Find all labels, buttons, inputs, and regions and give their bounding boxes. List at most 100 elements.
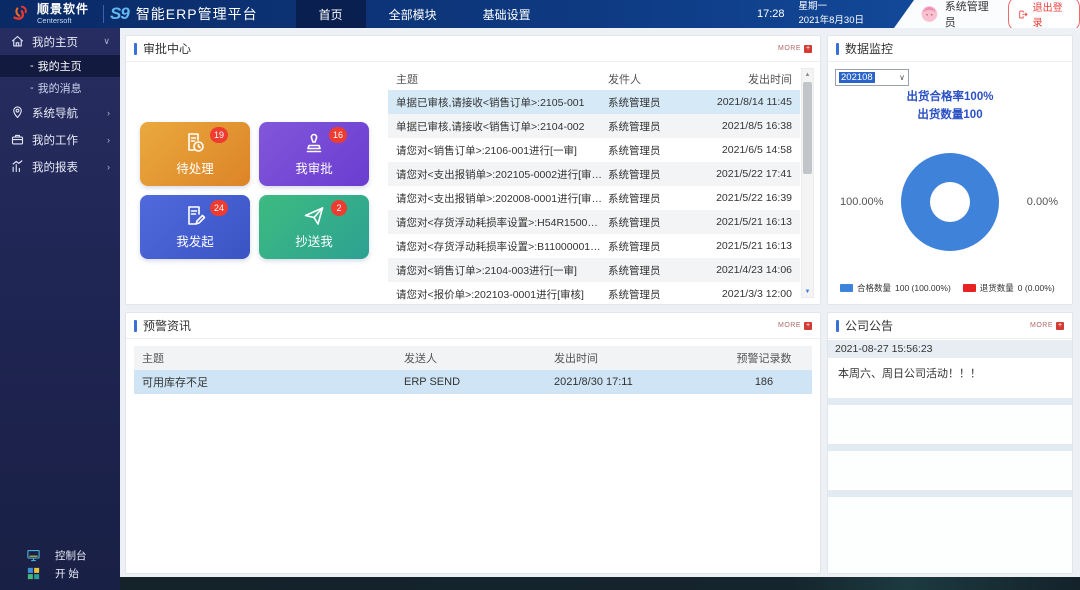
doc-pen-icon [183, 204, 207, 228]
badge-count: 2 [331, 200, 347, 216]
start-grid-icon [26, 566, 41, 581]
alerts-panel: 预警资讯 MORE + 主题 发送人 发出时间 预警记录数 可用库存不足 ERP… [125, 312, 821, 574]
tab-all-modules[interactable]: 全部模块 [366, 0, 460, 28]
chart-legend: 合格数量 100 (100.00%) 退货数量 0 (0.00%) [840, 282, 1055, 294]
paper-plane-icon [302, 204, 326, 228]
badge-count: 16 [329, 127, 347, 143]
announcement-content: 本周六、周日公司活动！！！ [828, 358, 1072, 395]
stamp-icon [302, 131, 326, 155]
sidebar-item-my-home[interactable]: 我的主页 ∨ [0, 28, 120, 55]
briefcase-icon [10, 132, 25, 147]
badge-count: 24 [210, 200, 228, 216]
username-label: 系统管理员 [945, 0, 997, 30]
table-row[interactable]: 请您对<报价单>:202103-0001进行[审核] 系统管理员 2021/3/… [388, 282, 800, 305]
legend-color-qualified [840, 284, 853, 292]
alerts-title: 预警资讯 [143, 317, 191, 334]
sidebar-subitem-my-messages[interactable]: - 我的消息 [0, 77, 120, 99]
approval-tiles: 待处理 19 我审批 16 我发起 24 [140, 122, 372, 259]
chevron-down-icon: ∨ [899, 73, 905, 82]
announcement-divider [828, 398, 1072, 405]
clock-time: 17:28 [757, 0, 785, 28]
table-row[interactable]: 可用库存不足 ERP SEND 2021/8/30 17:11 186 [134, 370, 812, 394]
donut-ring [901, 153, 999, 251]
approval-table-header: 主题 发件人 发出时间 [388, 68, 800, 90]
donut-right-label: 0.00% [1027, 196, 1058, 208]
start-button[interactable]: 开 始 [0, 564, 120, 582]
more-icon: + [1056, 322, 1064, 330]
table-row[interactable]: 请您对<销售订单>:2104-003进行[一审] 系统管理员 2021/4/23… [388, 258, 800, 282]
table-row[interactable]: 单据已审核,请接收<销售订单>:2104-002 系统管理员 2021/8/5 … [388, 114, 800, 138]
user-avatar[interactable] [920, 4, 939, 24]
logout-label: 退出登录 [1033, 0, 1070, 29]
data-monitor-title: 数据监控 [845, 40, 893, 57]
logout-icon [1018, 9, 1028, 20]
announcement-divider [828, 444, 1072, 451]
approval-table: 主题 发件人 发出时间 单据已审核,请接收<销售订单>:2105-001 系统管… [388, 68, 800, 298]
tab-home[interactable]: 首页 [296, 0, 366, 28]
product-logo: S9 [110, 4, 129, 24]
announcement-divider [828, 490, 1072, 497]
tile-cc-to-me[interactable]: 抄送我 2 [259, 195, 369, 259]
more-icon: + [804, 322, 812, 330]
announcements-panel: 公司公告 MORE + 2021-08-27 15:56:23 本周六、周日公司… [827, 312, 1073, 574]
tile-initiated-by-me[interactable]: 我发起 24 [140, 195, 250, 259]
approval-scrollbar[interactable]: ▲ ▼ [801, 68, 814, 298]
monitor-icon [26, 548, 41, 563]
sidebar-item-my-work[interactable]: 我的工作 › [0, 126, 120, 153]
approval-center-panel: 审批中心 MORE + 待处理 19 我 [125, 35, 821, 305]
sidebar-item-my-reports[interactable]: 我的报表 › [0, 153, 120, 180]
scrollbar-thumb[interactable] [803, 82, 812, 174]
alerts-table: 主题 发送人 发出时间 预警记录数 可用库存不足 ERP SEND 2021/8… [134, 346, 812, 394]
alerts-table-header: 主题 发送人 发出时间 预警记录数 [134, 346, 812, 370]
chevron-right-icon: › [107, 162, 110, 172]
tab-basic-settings[interactable]: 基础设置 [460, 0, 554, 28]
brand-subname: Centersoft [37, 17, 89, 25]
doc-clock-icon [183, 131, 207, 155]
panel-accent-bar [134, 43, 137, 55]
table-row[interactable]: 请您对<销售订单>:2106-001进行[一审] 系统管理员 2021/6/5 … [388, 138, 800, 162]
bottom-bar [120, 577, 1080, 590]
alerts-more-button[interactable]: MORE + [778, 322, 812, 330]
table-row[interactable]: 请您对<支出报销单>:202008-0001进行[审核] 系统管理员 2021/… [388, 186, 800, 210]
bar-chart-icon [10, 159, 25, 174]
monitor-summary: 出货合格率100% 出货数量100 [828, 88, 1072, 125]
table-row[interactable]: 请您对<存货浮动耗损率设置>:B11000001进行[审核] 系统管理员 202… [388, 234, 800, 258]
data-monitor-panel: 数据监控 202108 ∨ 出货合格率100% 出货数量100 100.00% … [827, 35, 1073, 305]
tile-pending[interactable]: 待处理 19 [140, 122, 250, 186]
chevron-right-icon: › [107, 108, 110, 118]
table-row[interactable]: 请您对<支出报销单>:202105-0002进行[审核] 系统管理员 2021/… [388, 162, 800, 186]
chevron-down-icon: ∨ [103, 36, 110, 47]
console-button[interactable]: 控制台 [0, 546, 120, 564]
announcements-title: 公司公告 [845, 317, 893, 334]
table-row[interactable]: 请您对<存货浮动耗损率设置>:H54R15006002进行[审核] 系统管理员 … [388, 210, 800, 234]
logout-button[interactable]: 退出登录 [1008, 0, 1080, 32]
legend-color-returned [963, 284, 976, 292]
announcement-date[interactable]: 2021-08-27 15:56:23 [828, 340, 1072, 358]
panel-accent-bar [836, 43, 839, 55]
scroll-down-icon[interactable]: ▼ [805, 286, 811, 297]
sidebar-subitem-my-home[interactable]: - 我的主页 [0, 55, 120, 77]
main-content: 审批中心 MORE + 待处理 19 我 [120, 28, 1080, 590]
home-icon [10, 34, 25, 49]
brand-swirl-icon [10, 3, 32, 25]
panel-accent-bar [836, 320, 839, 332]
user-area: 系统管理员 退出登录 [894, 0, 1080, 28]
announcements-more-button[interactable]: MORE + [1030, 322, 1064, 330]
chevron-right-icon: › [107, 135, 110, 145]
table-row[interactable]: 单据已审核,请接收<销售订单>:2105-001 系统管理员 2021/8/14… [388, 90, 800, 114]
panel-accent-bar [134, 320, 137, 332]
tile-my-approvals[interactable]: 我审批 16 [259, 122, 369, 186]
badge-count: 19 [210, 127, 228, 143]
donut-left-label: 100.00% [840, 196, 883, 208]
donut-hole [930, 182, 970, 222]
approval-more-button[interactable]: MORE + [778, 45, 812, 53]
scroll-up-icon[interactable]: ▲ [805, 69, 811, 80]
header-divider [103, 5, 104, 23]
location-pin-icon [10, 105, 25, 120]
main-nav: 首页 全部模块 基础设置 [296, 0, 554, 28]
product-title: 智能ERP管理平台 [136, 4, 258, 24]
sidebar-item-system-nav[interactable]: 系统导航 › [0, 99, 120, 126]
app-root: 顺景软件 Centersoft S9 智能ERP管理平台 首页 全部模块 基础设… [0, 0, 1080, 590]
date-label: 2021年8月30日 [799, 14, 864, 28]
period-select[interactable]: 202108 ∨ [835, 69, 909, 86]
